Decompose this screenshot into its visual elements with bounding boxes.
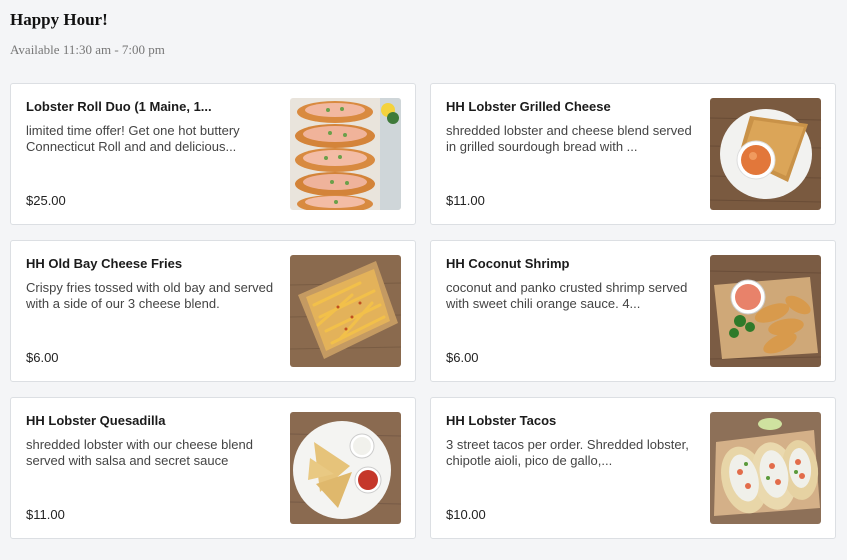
menu-item-price: $11.00	[26, 507, 65, 522]
menu-item-description: shredded lobster with our cheese blend s…	[26, 437, 253, 468]
section-availability: Available 11:30 am - 7:00 pm	[10, 42, 165, 57]
menu-item-description: shredded lobster and cheese blend served…	[446, 123, 692, 154]
menu-item-name: Lobster Roll Duo (1 Maine, 1...	[26, 99, 212, 114]
menu-section-header: Happy Hour! Available 11:30 am - 7:00 pm	[10, 10, 165, 58]
lobster-tacos-photo	[710, 412, 821, 524]
menu-item-description: Crispy fries tossed with old bay and ser…	[26, 280, 274, 311]
menu-item-grid: Lobster Roll Duo (1 Maine, 1... limited …	[10, 83, 836, 539]
quesadilla-photo	[290, 412, 401, 524]
menu-item-description: 3 street tacos per order. Shredded lobst…	[446, 437, 689, 468]
cheese-fries-photo	[290, 255, 401, 367]
grilled-cheese-photo	[710, 98, 821, 210]
menu-item-card-lobster-roll-duo[interactable]: Lobster Roll Duo (1 Maine, 1... limited …	[10, 83, 416, 225]
lobster-roll-photo	[290, 98, 401, 210]
menu-item-card-lobster-quesadilla[interactable]: HH Lobster Quesadilla shredded lobster w…	[10, 397, 416, 539]
menu-item-card-lobster-tacos[interactable]: HH Lobster Tacos 3 street tacos per orde…	[430, 397, 836, 539]
menu-item-name: HH Lobster Grilled Cheese	[446, 99, 611, 114]
section-title: Happy Hour!	[10, 10, 108, 29]
menu-item-name: HH Lobster Quesadilla	[26, 413, 166, 428]
menu-item-card-old-bay-cheese-fries[interactable]: HH Old Bay Cheese Fries Crispy fries tos…	[10, 240, 416, 382]
menu-item-card-coconut-shrimp[interactable]: HH Coconut Shrimp coconut and panko crus…	[430, 240, 836, 382]
coconut-shrimp-photo	[710, 255, 821, 367]
menu-item-price: $10.00	[446, 507, 486, 522]
menu-item-card-lobster-grilled-cheese[interactable]: HH Lobster Grilled Cheese shredded lobst…	[430, 83, 836, 225]
menu-item-price: $11.00	[446, 193, 485, 208]
menu-item-price: $6.00	[26, 350, 59, 365]
menu-item-price: $6.00	[446, 350, 479, 365]
menu-item-name: HH Coconut Shrimp	[446, 256, 570, 271]
menu-item-description: coconut and panko crusted shrimp served …	[446, 280, 688, 311]
menu-item-description: limited time offer! Get one hot buttery …	[26, 123, 240, 154]
menu-item-name: HH Lobster Tacos	[446, 413, 557, 428]
menu-item-price: $25.00	[26, 193, 66, 208]
menu-item-name: HH Old Bay Cheese Fries	[26, 256, 183, 271]
